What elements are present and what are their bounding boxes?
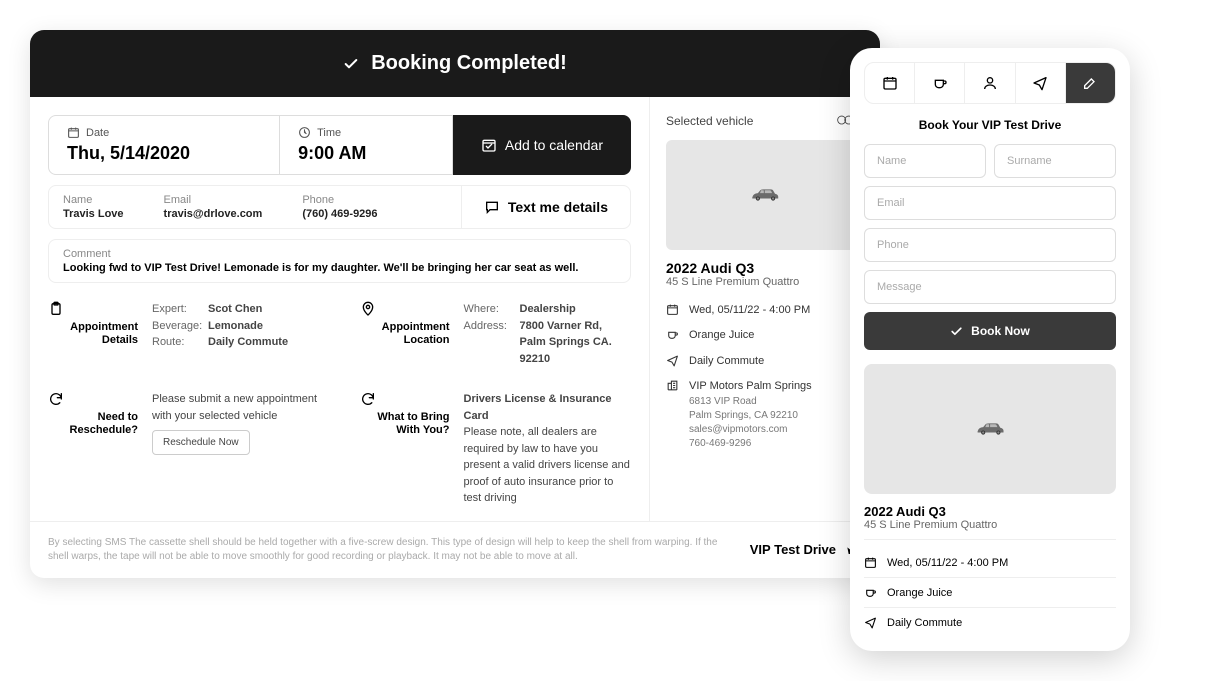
left-column: Date Thu, 5/14/2020 Time 9:00 AM Add to … (30, 97, 650, 521)
clipboard-icon (48, 301, 64, 317)
surname-input[interactable]: Surname (994, 144, 1116, 178)
what-to-bring: What to Bring With You? Drivers License … (360, 391, 632, 507)
footer: By selecting SMS The cassette shell shou… (30, 521, 880, 578)
calendar-icon (882, 75, 898, 91)
vehicle-trim: 45 S Line Premium Quattro (666, 276, 864, 288)
calendar-icon (864, 556, 877, 569)
phone-input[interactable]: Phone (864, 228, 1116, 262)
tab-calendar[interactable] (865, 63, 915, 103)
check-icon (343, 56, 359, 72)
footer-brand: VIP Test Drive (750, 542, 862, 558)
time-value: 9:00 AM (298, 143, 366, 164)
appointment-location: Appointment Location WhereDealership Add… (360, 301, 632, 367)
tab-beverage[interactable] (915, 63, 965, 103)
mobile-tabs (864, 62, 1116, 104)
banner: Booking Completed! (30, 30, 880, 97)
reschedule-block: Need to Reschedule? Please submit a new … (48, 391, 320, 507)
content-row: Date Thu, 5/14/2020 Time 9:00 AM Add to … (30, 97, 880, 521)
mobile-vehicle-name: 2022 Audi Q3 (864, 504, 1116, 519)
appointment-details: Appointment Details ExpertScot Chen Beve… (48, 301, 320, 367)
vehicle-image (666, 140, 864, 250)
name-input[interactable]: Name (864, 144, 986, 178)
calendar-icon (666, 303, 679, 316)
cup-icon (932, 75, 948, 91)
tab-route[interactable] (1016, 63, 1066, 103)
detail-grid: Appointment Details ExpertScot Chen Beve… (48, 301, 631, 507)
calendar-check-icon (481, 137, 497, 153)
check-icon (950, 325, 963, 338)
cup-icon (666, 328, 679, 341)
pin-icon (360, 301, 376, 317)
date-value: Thu, 5/14/2020 (67, 143, 190, 164)
tab-user[interactable] (965, 63, 1015, 103)
refresh-icon (360, 391, 376, 407)
comment-box: Comment Looking fwd to VIP Test Drive! L… (48, 239, 631, 283)
send-icon (1032, 75, 1048, 91)
send-icon (864, 616, 877, 629)
customer-phone: Phone(760) 469-9296 (302, 194, 377, 220)
message-input[interactable]: Message (864, 270, 1116, 304)
pen-icon (1082, 75, 1098, 91)
vehicle-name: 2022 Audi Q3 (666, 260, 864, 276)
mobile-booking-card: Book Your VIP Test Drive Name Surname Em… (850, 48, 1130, 651)
refresh-icon (48, 391, 64, 407)
datetime-row: Date Thu, 5/14/2020 Time 9:00 AM Add to … (48, 115, 631, 175)
building-icon (666, 379, 679, 392)
email-input[interactable]: Email (864, 186, 1116, 220)
banner-text: Booking Completed! (371, 52, 567, 75)
text-me-details-button[interactable]: Text me details (461, 186, 630, 228)
customer-name: NameTravis Love (63, 194, 124, 220)
mobile-vehicle-image (864, 364, 1116, 494)
user-icon (982, 75, 998, 91)
selected-vehicle-label: Selected vehicle (666, 114, 753, 128)
cup-icon (864, 586, 877, 599)
mobile-title: Book Your VIP Test Drive (864, 118, 1116, 132)
mobile-vehicle-trim: 45 S Line Premium Quattro (864, 519, 1116, 540)
clock-icon (298, 126, 311, 139)
calendar-icon (67, 126, 80, 139)
book-now-button[interactable]: Book Now (864, 312, 1116, 350)
vehicle-panel: Selected vehicle ○○○○ 2022 Audi Q3 45 S … (650, 97, 880, 521)
booking-confirmation-card: Booking Completed! Date Thu, 5/14/2020 T… (30, 30, 880, 578)
time-box: Time 9:00 AM (280, 115, 453, 175)
date-box: Date Thu, 5/14/2020 (48, 115, 280, 175)
reschedule-button[interactable]: Reschedule Now (152, 430, 250, 455)
message-icon (484, 199, 500, 215)
disclaimer-text: By selecting SMS The cassette shell shou… (48, 536, 730, 564)
customer-email: Emailtravis@drlove.com (164, 194, 263, 220)
add-to-calendar-button[interactable]: Add to calendar (453, 115, 631, 175)
tab-edit[interactable] (1066, 63, 1115, 103)
send-icon (666, 354, 679, 367)
customer-info-row: NameTravis Love Emailtravis@drlove.com P… (48, 185, 631, 229)
